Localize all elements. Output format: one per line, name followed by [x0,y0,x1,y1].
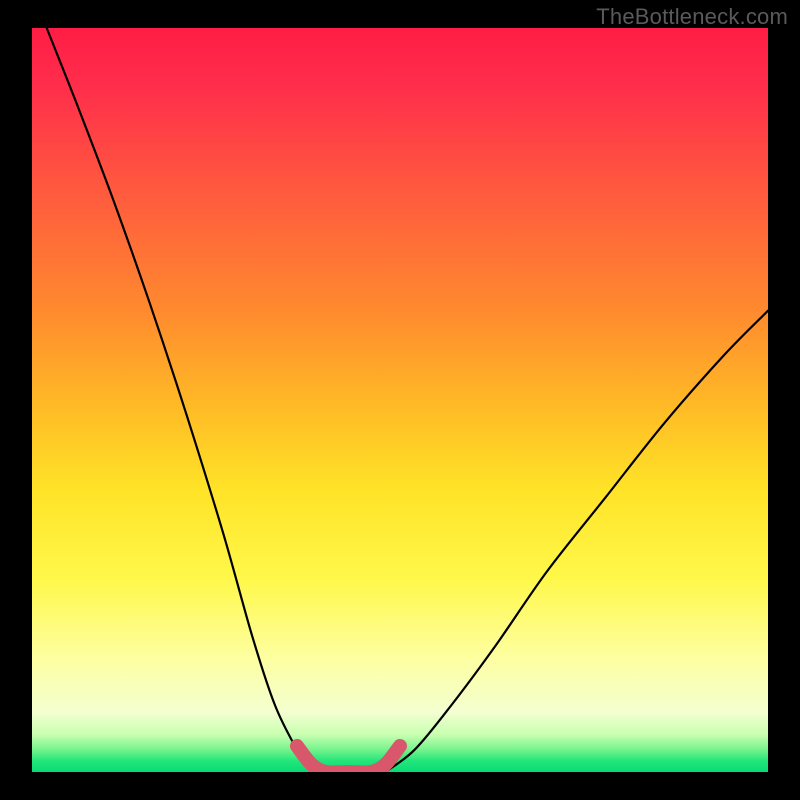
plot-area [32,28,768,772]
watermark-text: TheBottleneck.com [596,4,788,30]
chart-frame: TheBottleneck.com [0,0,800,800]
curve-left-black [47,28,312,772]
floor-red-highlight [297,746,400,772]
curves-svg [32,28,768,772]
curve-right-black [385,311,768,772]
